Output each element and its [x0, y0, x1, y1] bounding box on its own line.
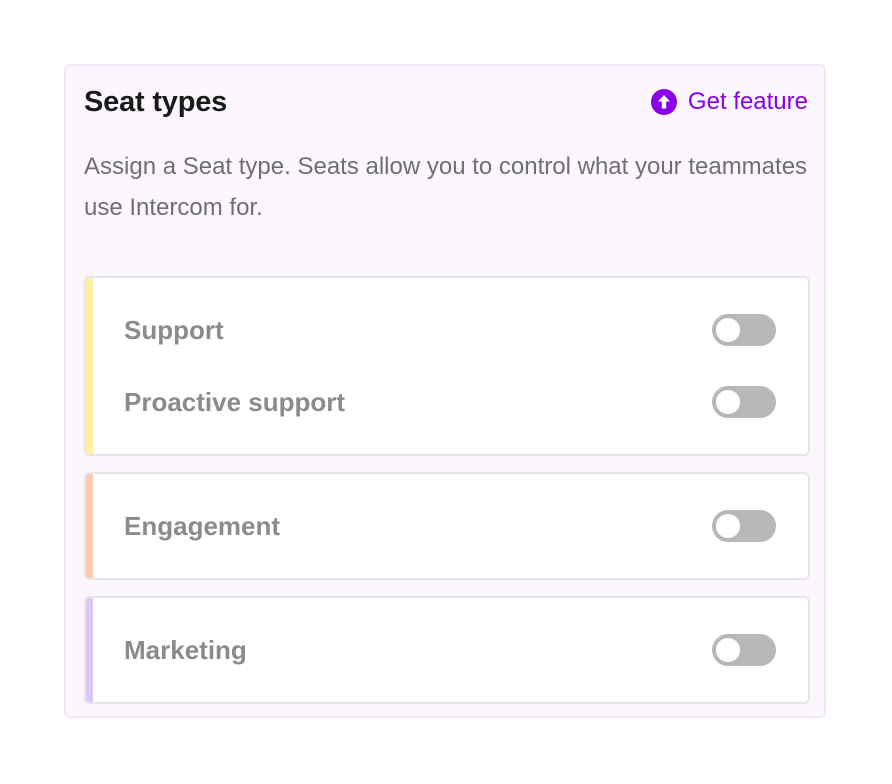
engagement-toggle[interactable] [712, 510, 776, 542]
group-color-stripe [86, 474, 93, 578]
seat-label-marketing: Marketing [124, 634, 247, 665]
toggle-knob [716, 638, 740, 662]
seat-group-marketing: Marketing [84, 596, 810, 704]
seat-row-support: Support [124, 310, 776, 350]
panel-title: Seat types [84, 86, 228, 118]
seat-label-support: Support [124, 314, 224, 345]
seat-label-proactive-support: Proactive support [124, 386, 346, 417]
group-color-stripe [86, 278, 93, 454]
support-toggle[interactable] [712, 314, 776, 346]
seat-group-support: Support Proactive support [84, 276, 810, 456]
seat-group-engagement: Engagement [84, 472, 810, 580]
arrow-up-circle-icon [650, 88, 678, 116]
seat-label-engagement: Engagement [124, 510, 281, 541]
toggle-knob [716, 318, 740, 342]
seat-types-description: Assign a Seat type. Seats allow you to c… [84, 153, 808, 221]
get-feature-link[interactable]: Get feature [650, 88, 808, 116]
toggle-knob [716, 514, 740, 538]
seat-row-proactive-support: Proactive support [124, 382, 776, 422]
seat-row-marketing: Marketing [124, 630, 776, 670]
toggle-knob [716, 390, 740, 414]
get-feature-label: Get feature [687, 88, 808, 115]
seat-row-engagement: Engagement [124, 506, 776, 546]
seat-types-panel: Seat types Get feature Assign a Seat typ… [64, 64, 826, 718]
proactive-support-toggle[interactable] [712, 386, 776, 418]
marketing-toggle[interactable] [712, 634, 776, 666]
group-color-stripe [86, 598, 93, 702]
